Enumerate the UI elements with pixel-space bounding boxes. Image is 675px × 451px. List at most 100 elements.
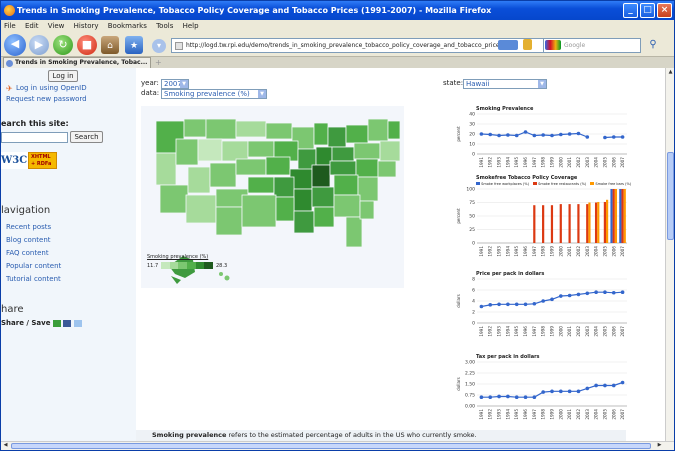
bar (612, 189, 615, 243)
map-state (221, 140, 249, 162)
menu-bookmarks[interactable]: Bookmarks (108, 22, 147, 30)
nav-item-recent-posts[interactable]: Recent posts (6, 223, 51, 231)
rdfa-badge[interactable]: XHTML + RDFa (28, 152, 57, 169)
map-state (379, 140, 401, 162)
x-tick-label: 1993 (497, 326, 502, 337)
login-button[interactable]: Log in (48, 70, 78, 82)
x-tick-label: 2000 (558, 246, 563, 257)
menu-help[interactable]: Help (183, 22, 199, 30)
search-icon[interactable]: ⚲ (646, 38, 660, 52)
map-state (247, 176, 275, 194)
bar (542, 205, 545, 243)
data-point (497, 394, 501, 399)
firefox-icon (4, 5, 15, 16)
w3c-badge[interactable]: W3C (1, 152, 28, 169)
data-point (497, 133, 501, 138)
us-map[interactable] (141, 106, 404, 288)
site-search-input[interactable] (1, 132, 68, 143)
home-button[interactable]: ⌂ (101, 36, 119, 54)
openid-link[interactable]: Log in using OpenID (16, 84, 87, 92)
menu-history[interactable]: History (74, 22, 99, 30)
y-axis-label: dollars (456, 294, 461, 307)
facebook-icon (63, 319, 72, 327)
menu-tools[interactable]: Tools (156, 22, 173, 30)
x-tick-label: 2003 (585, 157, 590, 168)
x-tick-label: 1999 (550, 157, 555, 168)
new-tab-button[interactable]: + (155, 58, 167, 67)
x-tick-label: 1992 (488, 326, 493, 337)
data-point (567, 132, 572, 136)
data-point (576, 292, 581, 297)
y-tick-label: 0 (472, 152, 475, 158)
menu-edit[interactable]: Edit (25, 22, 39, 30)
bar (610, 189, 613, 243)
bar (603, 201, 606, 243)
reload-button[interactable]: ↻ (53, 35, 73, 55)
menu-bar: File Edit View History Bookmarks Tools H… (1, 20, 674, 33)
share-save-button[interactable]: Share / Save (1, 319, 82, 327)
close-button[interactable]: × (657, 3, 672, 18)
rss-icon[interactable] (498, 40, 518, 50)
x-tick-label: 1996 (523, 157, 528, 168)
data-point (620, 380, 625, 385)
map-state (155, 152, 177, 186)
y-tick-label: 2 (472, 310, 475, 316)
data-point (506, 302, 510, 307)
map-state (377, 160, 397, 178)
scroll-up-icon[interactable]: ▲ (667, 69, 674, 76)
state-select[interactable]: Hawaii ▼ (463, 79, 547, 89)
vertical-scroll-thumb[interactable] (667, 152, 674, 240)
navigation-heading: lavigation (1, 205, 51, 216)
google-icon (545, 40, 561, 50)
data-point (620, 135, 625, 139)
x-tick-label: 2002 (576, 326, 581, 337)
vertical-scrollbar[interactable]: ▲ (665, 68, 674, 441)
nav-item-blog-content[interactable]: Blog content (6, 236, 51, 244)
menu-view[interactable]: View (48, 22, 65, 30)
horizontal-scroll-thumb[interactable] (11, 443, 651, 449)
x-tick-label: 2006 (611, 326, 616, 337)
data-select[interactable]: Smoking prevalence (%) ▼ (161, 89, 267, 99)
dropdown-icon[interactable]: ▾ (152, 39, 166, 53)
menu-file[interactable]: File (4, 22, 16, 30)
bar (619, 189, 622, 243)
legend-workplaces-label: Smoke free workplaces (%) (481, 182, 529, 186)
state-hawaii[interactable] (219, 272, 223, 276)
password-link[interactable]: Request new password (6, 95, 87, 103)
maximize-button[interactable]: □ (640, 3, 655, 18)
bar (568, 204, 571, 243)
stop-button[interactable]: ■ (77, 35, 97, 55)
map-state (197, 138, 223, 162)
nav-item-tutorial-content[interactable]: Tutorial content (6, 275, 61, 283)
data-point (585, 135, 590, 139)
share-heading: hare (1, 304, 24, 315)
legend-swatch (169, 262, 179, 269)
back-button[interactable]: ◀ (4, 34, 26, 56)
nav-item-popular-content[interactable]: Popular content (6, 262, 61, 270)
minimize-button[interactable]: _ (623, 3, 638, 18)
tab-active[interactable]: Trends in Smoking Prevalence, Tobac... (3, 57, 151, 68)
x-tick-label: 2005 (602, 157, 607, 168)
sidebar: Log in ✈ Log in using OpenID Request new… (1, 68, 136, 441)
chart-title: Smokefree Tobacco Policy Coverage (476, 175, 578, 181)
scroll-left-icon[interactable]: ◀ (2, 442, 9, 449)
x-tick-label: 2004 (594, 409, 599, 420)
legend-workplaces: Smoke free workplaces (%) (476, 182, 529, 186)
bar (550, 205, 554, 243)
scroll-right-icon[interactable]: ▶ (656, 442, 663, 449)
data-point (523, 302, 528, 307)
hawaii-island (224, 275, 230, 281)
star-icon[interactable] (523, 39, 532, 50)
horizontal-scrollbar[interactable]: ◀ ▶ (1, 441, 674, 450)
data-point (479, 395, 484, 399)
forward-button[interactable]: ▶ (29, 35, 49, 55)
year-select[interactable]: 2007 ▼ (161, 79, 189, 89)
data-point (567, 293, 572, 298)
window-title: Trends in Smoking Prevalence, Tobacco Po… (17, 6, 492, 15)
data-point (523, 130, 528, 134)
site-search-button[interactable]: Search (70, 131, 103, 143)
data-point (541, 390, 545, 394)
map-state (387, 120, 401, 140)
bookmark-button[interactable]: ★ (125, 36, 143, 54)
nav-item-faq-content[interactable]: FAQ content (6, 249, 49, 257)
